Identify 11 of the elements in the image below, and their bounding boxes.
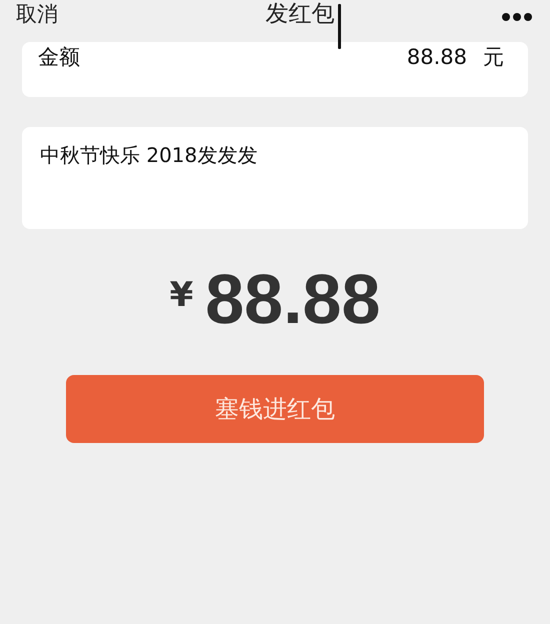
cancel-button[interactable]: 取消 xyxy=(16,0,58,28)
more-icon[interactable] xyxy=(502,12,532,22)
amount-value: 88.88 xyxy=(406,44,467,71)
page-title: 发红包 xyxy=(266,0,334,28)
amount-field[interactable]: 金额 88.88 元 xyxy=(22,42,528,97)
currency-symbol: ¥ xyxy=(170,275,194,315)
cursor-line xyxy=(338,4,341,49)
total-amount: 88.88 xyxy=(205,263,380,335)
message-field[interactable]: 中秋节快乐 2018发发发 xyxy=(22,127,528,229)
field-label: 金额 xyxy=(38,44,81,71)
unit-label: 元 xyxy=(483,44,504,71)
